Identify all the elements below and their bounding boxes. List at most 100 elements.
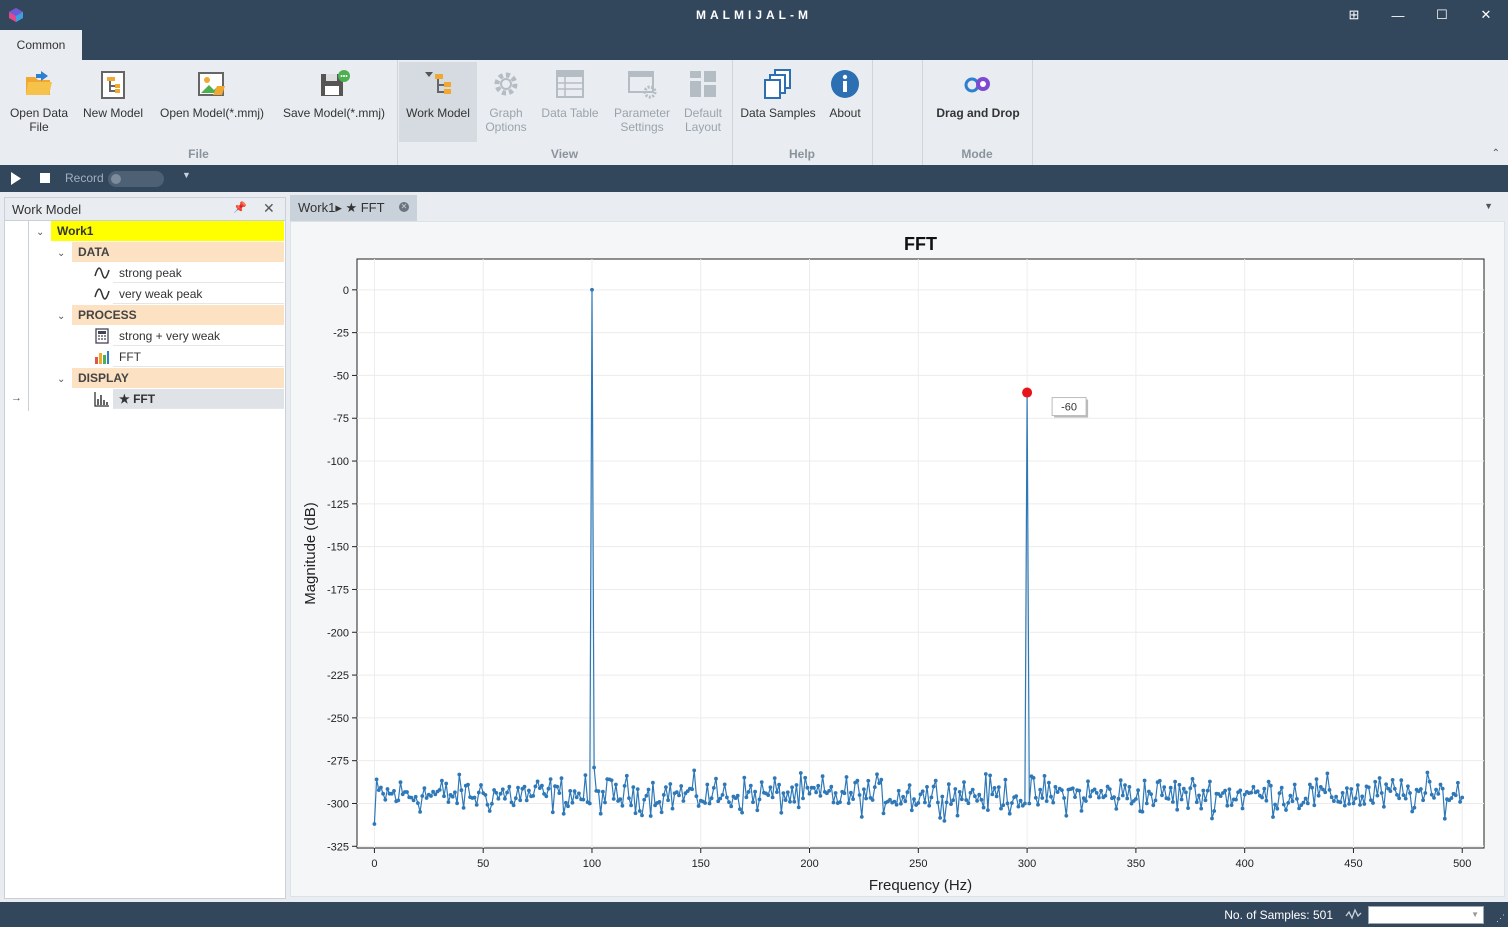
fft-data-point [635, 787, 640, 791]
fft-data-point [670, 806, 675, 811]
restore-layout-button[interactable]: ⊞ [1332, 0, 1376, 30]
tree-node-data[interactable]: DATA [72, 242, 284, 262]
fft-data-point [975, 799, 979, 803]
fft-data-point [1316, 793, 1321, 798]
x-tick-label: 400 [1235, 858, 1253, 870]
tree-node-strong-plus-very-weak[interactable]: strong + very weak [113, 326, 284, 346]
fft-data-point [718, 796, 723, 801]
fft-data-point [879, 777, 884, 782]
fft-data-point [381, 791, 385, 796]
fft-data-point [870, 798, 875, 802]
fft-chart[interactable]: 0 50 100 150 200 250 300 350 400 450 500 0 -25 -50 -75… [291, 222, 1504, 896]
about-button[interactable]: About [822, 62, 868, 142]
close-tab-icon[interactable]: ✕ [399, 202, 409, 212]
fft-data-point [1181, 786, 1186, 791]
app-title: MALMIJAL-M [696, 8, 812, 22]
play-icon[interactable] [10, 172, 22, 185]
expander-display-icon[interactable]: ⌄ [57, 374, 65, 385]
fft-data-point [996, 785, 1001, 789]
y-tick-label: -125 [327, 499, 349, 511]
fft-data-point [1118, 778, 1123, 783]
fft-data-point [453, 790, 457, 795]
stop-icon[interactable] [40, 173, 50, 183]
record-dropdown-icon[interactable]: ▼ [182, 170, 191, 180]
status-dropdown[interactable]: ▼ [1368, 906, 1484, 924]
fft-data-point [940, 794, 945, 799]
tree-node-strong-peak[interactable]: strong peak [113, 263, 284, 283]
group-label-help: Help [788, 147, 815, 161]
fft-data-point [455, 801, 459, 806]
tab-common[interactable]: Common [0, 30, 82, 60]
close-window-button[interactable]: ✕ [1464, 0, 1508, 30]
close-icon[interactable]: ✕ [263, 200, 275, 217]
fft-data-point [1271, 815, 1275, 819]
expander-root-icon[interactable]: ⌄ [36, 227, 44, 238]
data-samples-button[interactable]: Data Samples [738, 62, 818, 142]
fft-data-point [1458, 800, 1462, 804]
resize-grip-icon[interactable]: ⋰ [1496, 913, 1505, 924]
new-model-button[interactable]: New Model [78, 62, 148, 142]
fft-data-point [992, 786, 997, 790]
fft-data-point [805, 785, 810, 790]
fft-data-point [790, 785, 794, 790]
work-model-button[interactable]: Work Model [399, 62, 477, 142]
tree-node-fft-display[interactable]: ★ FFT [113, 389, 284, 409]
pin-icon[interactable]: 📌 [233, 201, 247, 214]
fft-data-point [896, 788, 901, 793]
fft-data-point [577, 791, 581, 796]
fft-data-point [1351, 801, 1356, 806]
fft-data-point [916, 801, 921, 805]
save-model-button[interactable]: Save Model(*.mmj) [276, 62, 392, 142]
expander-data-icon[interactable]: ⌄ [57, 248, 65, 259]
default-layout-button[interactable]: Default Layout [677, 62, 729, 142]
fft-data-point [1042, 774, 1047, 778]
fft-data-point [1423, 791, 1428, 795]
fft-data-point [923, 800, 927, 805]
tab-work1-fft[interactable]: Work1▸ ★ FFT ✕ [290, 195, 417, 221]
tree-node-display[interactable]: DISPLAY [72, 368, 284, 388]
fft-data-point [1077, 788, 1082, 793]
document-area: 0 50 100 150 200 250 300 350 400 450 500 0 -25 -50 -75… [290, 221, 1505, 897]
minimize-button[interactable]: — [1376, 0, 1420, 30]
fft-data-point [527, 788, 531, 793]
fft-data-point [1234, 797, 1238, 802]
collapse-ribbon-icon[interactable]: ⌃ [1492, 148, 1500, 159]
tree-node-process[interactable]: PROCESS [72, 305, 284, 325]
fft-data-point [1064, 813, 1069, 818]
fft-data-point [1373, 779, 1378, 784]
x-tick-label: 450 [1344, 858, 1362, 870]
fft-data-point [1127, 785, 1132, 789]
fft-data-point [820, 774, 825, 779]
fft-data-point [592, 765, 596, 770]
x-tick-label: 300 [1018, 858, 1036, 870]
ribbon-tab-row: Common [0, 30, 1508, 60]
fft-data-point [618, 797, 623, 802]
fft-data-point [674, 790, 679, 794]
tree-node-fft-process[interactable]: FFT [113, 347, 284, 367]
record-toggle[interactable] [108, 171, 164, 187]
expander-process-icon[interactable]: ⌄ [57, 311, 65, 322]
open-data-file-button[interactable]: Open Data File [6, 62, 72, 142]
fft-data-point [990, 792, 995, 797]
data-table-button[interactable]: Data Table [537, 62, 603, 142]
fft-data-point [1327, 788, 1332, 792]
fft-data-point [929, 795, 934, 800]
fft-data-point [807, 791, 812, 796]
parameter-settings-button[interactable]: Parameter Settings [607, 62, 677, 142]
open-model-button[interactable]: Open Model(*.mmj) [154, 62, 270, 142]
fft-data-point [374, 777, 379, 782]
tree-node-very-weak-peak[interactable]: very weak peak [113, 284, 284, 304]
fft-data-point [692, 768, 697, 773]
drag-and-drop-button[interactable]: Drag and Drop [928, 62, 1028, 142]
fft-data-point [1144, 801, 1149, 806]
fft-data-point [413, 794, 418, 799]
fft-data-point [1303, 796, 1308, 801]
graph-options-button[interactable]: Graph Options [479, 62, 533, 142]
fft-data-point [1005, 801, 1010, 806]
maximize-button[interactable]: ☐ [1420, 0, 1464, 30]
fft-data-point [755, 808, 760, 813]
tree-node-work1[interactable]: Work1 [51, 221, 284, 241]
gear-icon [494, 72, 518, 96]
tab-list-dropdown-icon[interactable]: ▼ [1484, 201, 1493, 211]
y-tick-label: -75 [333, 413, 349, 425]
